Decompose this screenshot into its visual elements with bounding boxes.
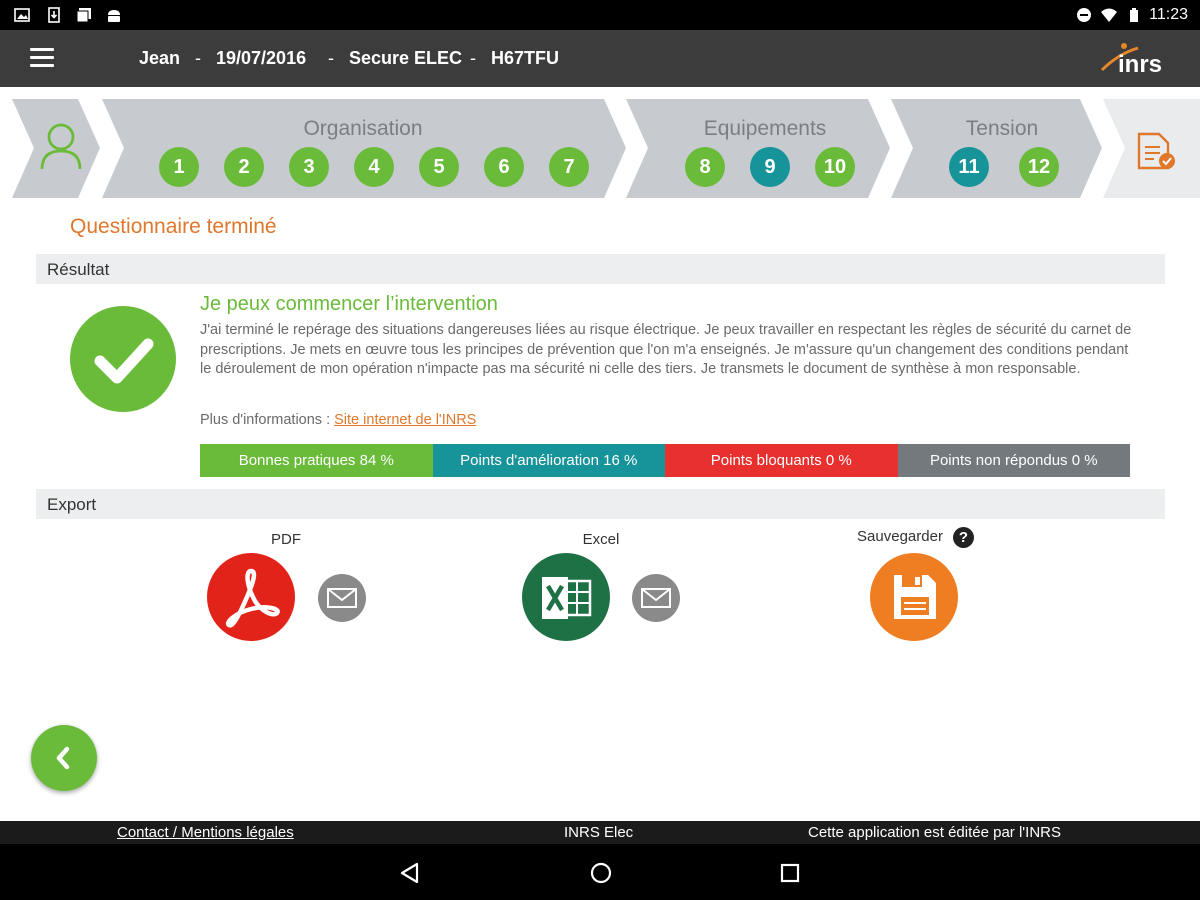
step-1[interactable]: 1 <box>159 147 199 187</box>
header-separator: - <box>470 48 476 68</box>
stepper: Organisation 1 2 3 4 5 6 7 Equipements 8… <box>0 97 1200 200</box>
step-2[interactable]: 2 <box>224 147 264 187</box>
step-12[interactable]: 12 <box>1019 147 1059 187</box>
pdf-email-button[interactable] <box>318 574 366 622</box>
chevron-report <box>1103 99 1200 198</box>
sim-download-icon <box>48 7 60 23</box>
footer: Contact / Mentions légales INRS Elec Cet… <box>0 821 1200 844</box>
chevron-left-icon <box>56 746 70 770</box>
step-group-label-tension: Tension <box>965 117 1039 140</box>
battery-icon <box>1130 8 1138 22</box>
result-section-header: Résultat <box>36 254 1165 284</box>
score-good-practices: Bonnes pratiques 84 % <box>200 444 433 477</box>
step-group-label-organisation: Organisation <box>303 117 423 140</box>
back-button[interactable] <box>31 725 97 791</box>
nav-recents-icon[interactable] <box>779 862 801 884</box>
result-description: J'ai terminé le repérage des situations … <box>200 322 1132 377</box>
export-section-label: Export <box>47 495 97 514</box>
status-bar: 11:23 <box>0 0 1200 30</box>
step-11[interactable]: 11 <box>949 147 989 187</box>
header-separator: - <box>328 48 334 68</box>
header-user: Jean <box>139 48 181 68</box>
header-code: H67TFU <box>491 48 560 68</box>
score-improvement-points: Points d'amélioration 16 % <box>432 444 665 477</box>
excel-export-button[interactable] <box>522 553 610 641</box>
questionnaire-status-title: Questionnaire terminé <box>70 215 277 238</box>
android-icon <box>108 10 120 22</box>
step-5[interactable]: 5 <box>419 147 459 187</box>
pdf-label: PDF <box>271 531 301 548</box>
result-title: Je peux commencer l’intervention <box>200 293 498 315</box>
export-section-header: Export <box>36 489 1165 519</box>
step-8[interactable]: 8 <box>685 147 725 187</box>
step-10[interactable]: 10 <box>815 147 855 187</box>
pdf-export-button[interactable] <box>207 553 295 641</box>
inrs-logo: inrs <box>1100 43 1162 78</box>
nav-home-icon[interactable] <box>589 861 613 885</box>
menu-icon[interactable] <box>30 48 54 68</box>
result-section-label: Résultat <box>47 260 110 279</box>
photos-icon <box>76 8 91 23</box>
chevron-tension <box>891 99 1102 198</box>
save-button[interactable] <box>870 553 958 641</box>
step-group-label-equipements: Equipements <box>703 117 827 140</box>
step-6[interactable]: 6 <box>484 147 524 187</box>
header-separator: - <box>195 48 201 68</box>
header-app: Secure ELEC <box>349 48 463 68</box>
step-7[interactable]: 7 <box>549 147 589 187</box>
check-icon <box>70 306 176 412</box>
logo-text: inrs <box>1118 51 1162 78</box>
more-info-label: Plus d'informations : <box>200 412 331 428</box>
mail-icon <box>641 588 671 608</box>
image-icon <box>14 8 30 22</box>
step-3[interactable]: 3 <box>289 147 329 187</box>
header-date: 19/07/2016 <box>216 48 307 68</box>
score-blocking-points: Points bloquants 0 % <box>665 444 898 477</box>
floppy-disk-icon <box>894 575 936 619</box>
pdf-icon <box>225 568 280 628</box>
app-bar: Jean - 19/07/2016 - Secure ELEC - H67TFU… <box>0 30 1200 87</box>
footer-publisher: Cette application est éditée par l'INRS <box>808 824 1062 841</box>
mail-icon <box>327 588 357 608</box>
excel-email-button[interactable] <box>632 574 680 622</box>
step-9[interactable]: 9 <box>750 147 790 187</box>
step-4[interactable]: 4 <box>354 147 394 187</box>
do-not-disturb-icon <box>1077 8 1091 22</box>
status-time: 11:23 <box>1149 6 1188 23</box>
save-label: Sauvegarder <box>857 528 943 545</box>
score-unanswered-points: Points non répondus 0 % <box>897 444 1130 477</box>
excel-icon <box>542 577 592 619</box>
excel-label: Excel <box>582 531 620 548</box>
nav-back-icon[interactable] <box>399 862 421 884</box>
android-nav-bar <box>0 844 1200 900</box>
wifi-icon <box>1101 8 1117 22</box>
more-info: Plus d'informations : Site internet de l… <box>200 412 476 428</box>
contact-legal-link[interactable]: Contact / Mentions légales <box>117 824 294 841</box>
score-bar: Bonnes pratiques 84 % Points d'améliorat… <box>200 444 1130 477</box>
footer-app-name: INRS Elec <box>564 824 634 841</box>
help-icon[interactable]: ? <box>953 527 974 548</box>
inrs-website-link[interactable]: Site internet de l'INRS <box>334 412 476 428</box>
